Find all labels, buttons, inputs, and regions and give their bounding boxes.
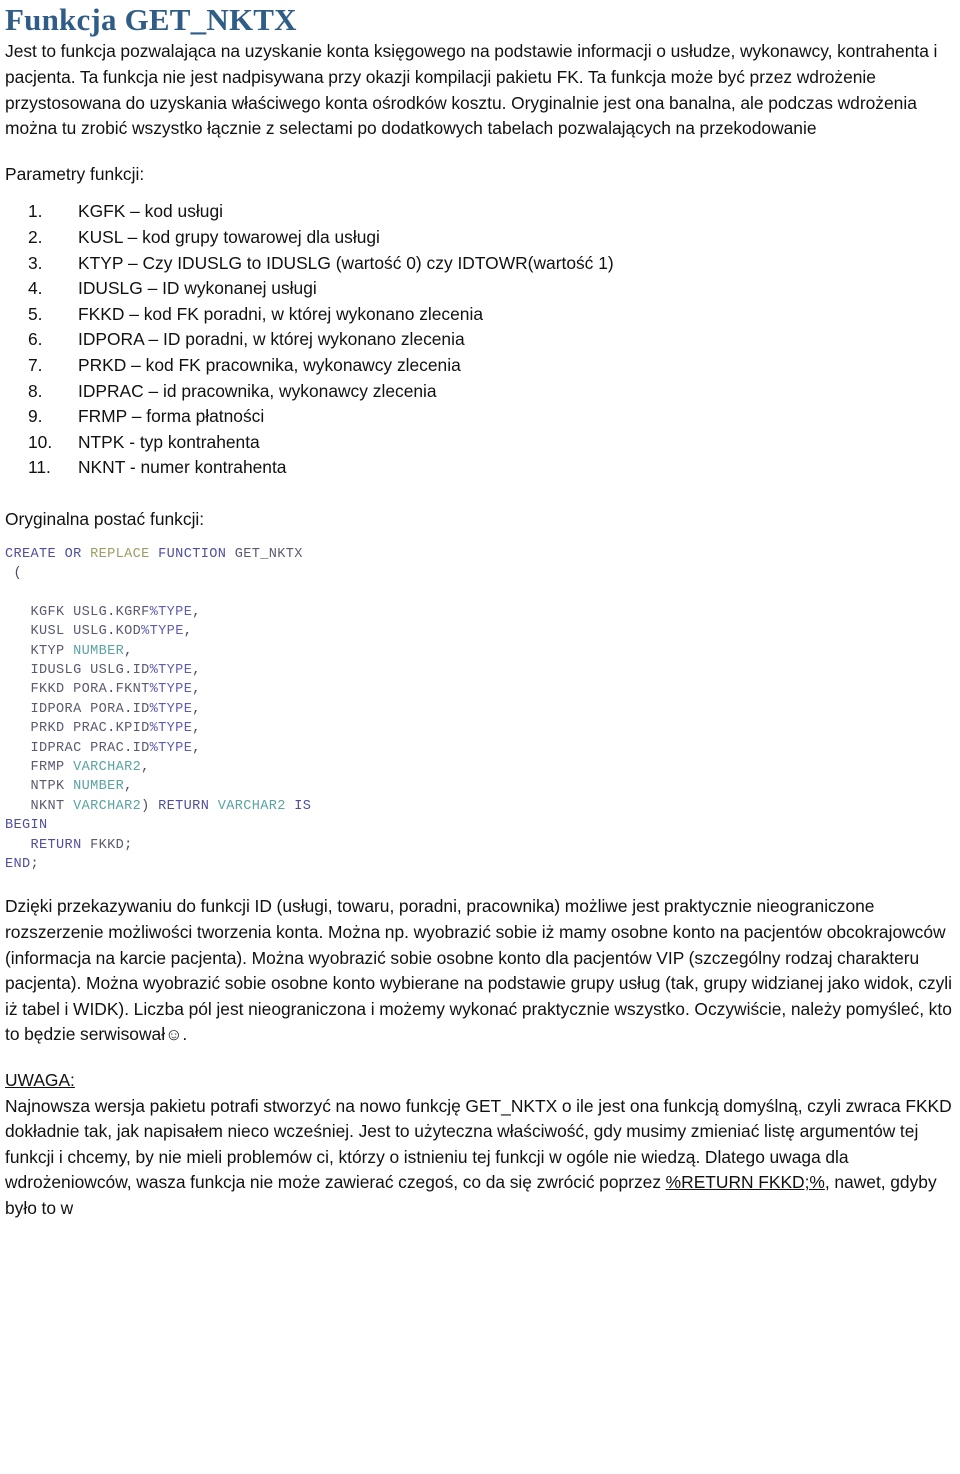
list-item-label: FRMP – forma płatności	[78, 406, 265, 427]
list-item-number: 5.	[28, 303, 43, 324]
list-item: 4. IDUSLG – ID wykonanej usługi	[0, 276, 960, 302]
document-page: Funkcja GET_NKTX Jest to funkcja pozwala…	[0, 0, 960, 1474]
list-item: 10. NTPK - typ kontrahenta	[0, 430, 960, 456]
list-item-label: IDUSLG – ID wykonanej usługi	[78, 278, 317, 299]
list-item-label: PRKD – kod FK pracownika, wykonawcy zlec…	[78, 355, 461, 375]
list-item: 9. FRMP – forma płatności	[0, 404, 960, 430]
sql-code-block: CREATE OR REPLACE FUNCTION GET_NKTX ( KG…	[5, 546, 312, 873]
list-item: 1. KGFK – kod usługi	[0, 199, 960, 225]
list-item-label: IDPRAC – id pracownika, wykonawcy zlecen…	[78, 380, 437, 401]
list-item-number: 4.	[28, 278, 43, 299]
parameters-list: 1. KGFK – kod usługi 2. KUSL – kod grupy to…	[0, 199, 960, 481]
list-item: 7. PRKD – kod FK pracownika, wykonawcy zl…	[0, 353, 960, 379]
list-item: 8. IDPRAC – id pracownika, wykonawcy zlec…	[0, 379, 960, 405]
list-item-number: 2.	[28, 227, 43, 248]
list-item-number: 9.	[28, 406, 43, 427]
list-item-label: IDPORA – ID poradni, w której wykonano z…	[78, 329, 465, 350]
list-item-number: 6.	[28, 329, 43, 350]
list-item-number: 3.	[28, 252, 43, 273]
list-item-number: 10.	[28, 431, 53, 452]
body-paragraph-text: Dzięki przekazywaniu do funkcji ID (usłu…	[5, 896, 953, 1045]
list-item-number: 1.	[28, 201, 43, 222]
list-item-label: KUSL – kod grupy towarowej dla usługi	[78, 227, 380, 248]
smiley-icon: ☺	[165, 1025, 183, 1045]
list-item: 6. IDPORA – ID poradni, w której wykonano…	[0, 327, 960, 353]
list-item-number: 7.	[28, 355, 43, 375]
list-item-number: 11.	[28, 457, 51, 478]
list-item-number: 8.	[28, 380, 43, 401]
warning-heading: UWAGA:	[5, 1070, 75, 1091]
intro-paragraph: Jest to funkcja pozwalająca na uzyskanie…	[5, 41, 938, 139]
list-item-label: FKKD – kod FK poradni, w której wykonano…	[78, 303, 484, 324]
list-item: 5. FKKD – kod FK poradni, w której wykona…	[0, 302, 960, 328]
list-item-label: KGFK – kod usługi	[78, 201, 223, 222]
code-heading: Oryginalna postać funkcji:	[5, 508, 205, 529]
list-item: 3. KTYP – Czy IDUSLG to IDUSLG (wartość 0…	[0, 251, 960, 277]
body-paragraph-end: .	[182, 1024, 188, 1045]
page-title: Funkcja GET_NKTX	[5, 2, 297, 37]
list-item-label: KTYP – Czy IDUSLG to IDUSLG (wartość 0) …	[78, 252, 614, 273]
list-item: 2. KUSL – kod grupy towarowej dla usługi	[0, 225, 960, 251]
body-paragraph: Dzięki przekazywaniu do funkcji ID (usłu…	[0, 894, 960, 1048]
warning-underlined-code: %RETURN FKKD;%	[665, 1172, 825, 1193]
list-item: 11. NKNT - numer kontrahenta	[0, 455, 960, 481]
list-item-label: NTPK - typ kontrahenta	[78, 431, 260, 452]
params-heading: Parametry funkcji:	[5, 163, 145, 184]
warning-paragraph: Najnowsza wersja pakietu potrafi stworzy…	[0, 1094, 960, 1222]
list-item-label: NKNT - numer kontrahenta	[78, 457, 287, 478]
